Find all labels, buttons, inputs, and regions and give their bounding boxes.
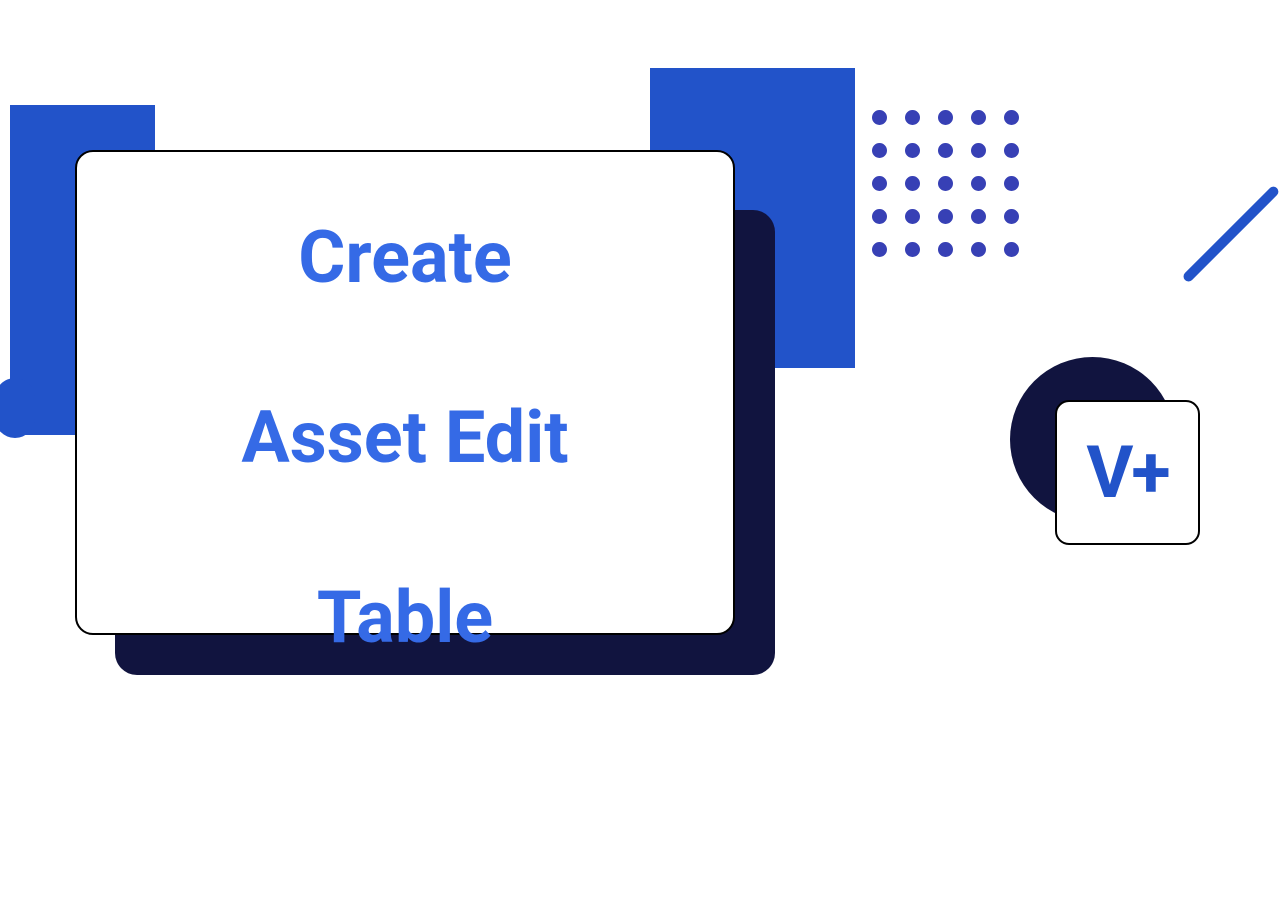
decorative-dot-grid [872,110,1019,257]
vplus-badge: V+ [1055,400,1200,545]
decorative-bubble-left [0,378,35,438]
title-line-1: Create [298,215,511,300]
vplus-badge-label: V+ [1086,430,1168,515]
main-title-text: Create Asset Edit Table [241,123,568,663]
main-title-card: Create Asset Edit Table [75,150,735,635]
decorative-diagonal-line [1181,185,1280,284]
title-line-3: Table [317,575,493,660]
title-line-2: Asset Edit [241,395,568,480]
